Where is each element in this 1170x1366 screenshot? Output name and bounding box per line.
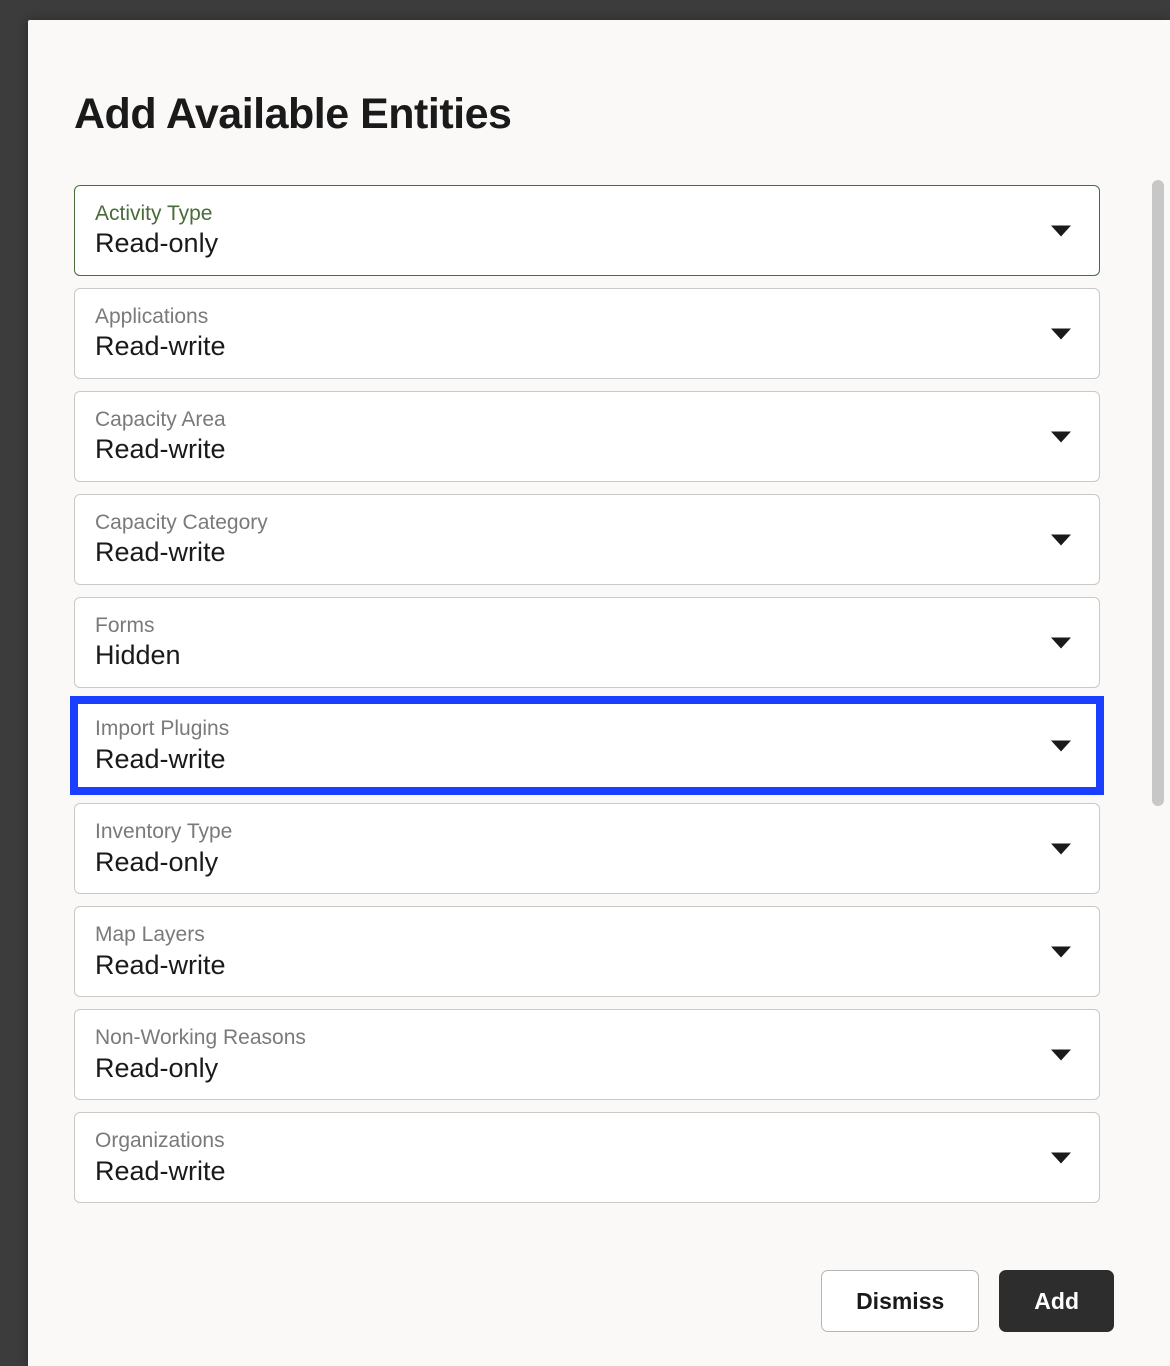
entity-select-value: Read-write (95, 1155, 1039, 1189)
chevron-down-icon (1051, 637, 1071, 648)
entity-select-value: Read-only (95, 1052, 1039, 1086)
chevron-down-icon (1051, 1049, 1071, 1060)
entity-select-label: Inventory Type (95, 818, 1039, 845)
entity-select-label: Organizations (95, 1127, 1039, 1154)
chevron-down-icon (1051, 328, 1071, 339)
entity-select-label: Applications (95, 303, 1039, 330)
scrollbar-thumb[interactable] (1152, 180, 1164, 806)
entity-select-label: Capacity Category (95, 509, 1039, 536)
entity-select-capacity-area[interactable]: Capacity AreaRead-write (74, 391, 1100, 482)
add-entities-dialog: Add Available Entities Activity TypeRead… (28, 20, 1170, 1366)
dialog-title: Add Available Entities (74, 90, 1100, 139)
entity-select-value: Read-write (95, 433, 1039, 467)
entity-select-label: Non-Working Reasons (95, 1024, 1039, 1051)
chevron-down-icon (1051, 1152, 1071, 1163)
entity-select-value: Read-write (95, 536, 1039, 570)
entity-select-value: Read-write (95, 330, 1039, 364)
entity-select-non-working-reasons[interactable]: Non-Working ReasonsRead-only (74, 1009, 1100, 1100)
entity-select-label: Map Layers (95, 921, 1039, 948)
entity-select-applications[interactable]: ApplicationsRead-write (74, 288, 1100, 379)
entity-select-import-plugins[interactable]: Import PluginsRead-write (74, 700, 1100, 791)
entity-select-label: Import Plugins (95, 715, 1039, 742)
entity-select-activity-type[interactable]: Activity TypeRead-only (74, 185, 1100, 276)
entity-select-label: Capacity Area (95, 406, 1039, 433)
entity-select-map-layers[interactable]: Map LayersRead-write (74, 906, 1100, 997)
entity-select-organizations[interactable]: OrganizationsRead-write (74, 1112, 1100, 1203)
entity-select-value: Read-only (95, 227, 1039, 261)
chevron-down-icon (1051, 225, 1071, 236)
chevron-down-icon (1051, 946, 1071, 957)
add-button[interactable]: Add (999, 1270, 1114, 1332)
entity-select-value: Hidden (95, 639, 1039, 673)
entity-select-forms[interactable]: FormsHidden (74, 597, 1100, 688)
chevron-down-icon (1051, 843, 1071, 854)
entity-select-value: Read-write (95, 949, 1039, 983)
dismiss-button[interactable]: Dismiss (821, 1270, 979, 1332)
entity-select-inventory-type[interactable]: Inventory TypeRead-only (74, 803, 1100, 894)
chevron-down-icon (1051, 740, 1071, 751)
chevron-down-icon (1051, 534, 1071, 545)
entity-field-list: Activity TypeRead-onlyApplicationsRead-w… (74, 185, 1100, 1203)
entity-select-value: Read-only (95, 846, 1039, 880)
entity-select-label: Forms (95, 612, 1039, 639)
chevron-down-icon (1051, 431, 1071, 442)
dialog-footer: Dismiss Add (28, 1236, 1170, 1366)
dialog-body: Add Available Entities Activity TypeRead… (28, 20, 1170, 1236)
entity-select-capacity-category[interactable]: Capacity CategoryRead-write (74, 494, 1100, 585)
entity-select-value: Read-write (95, 743, 1039, 777)
entity-select-label: Activity Type (95, 200, 1039, 227)
